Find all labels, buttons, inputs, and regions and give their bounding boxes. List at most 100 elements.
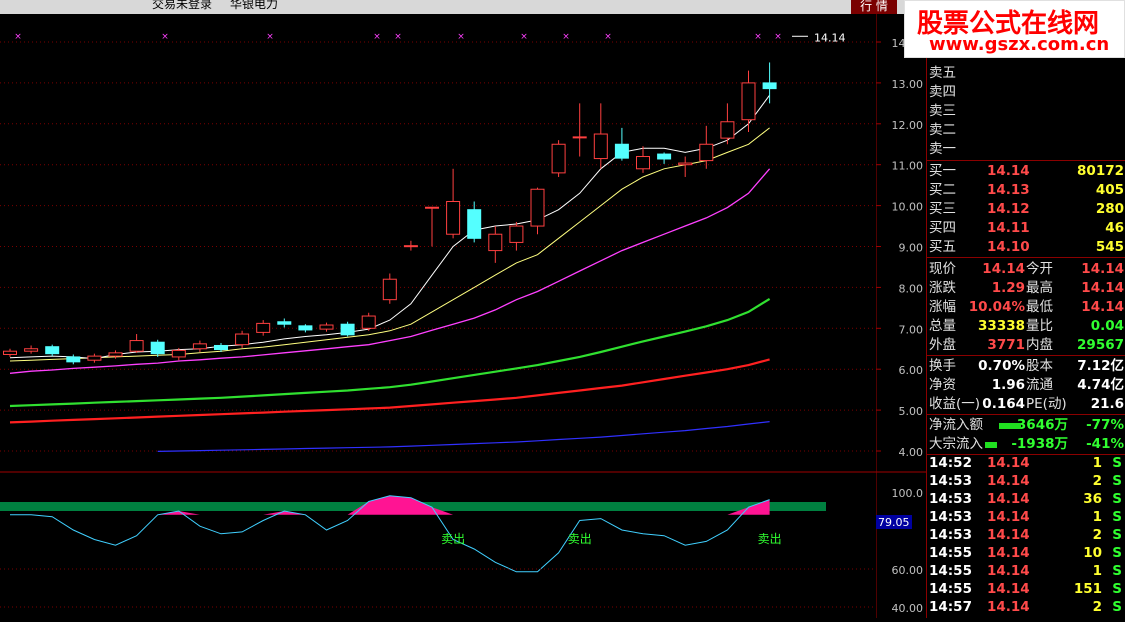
price-tick-label: 4.00 xyxy=(899,446,924,459)
signal-cross-icon: × xyxy=(161,32,169,42)
stat-label: 最低 xyxy=(1026,299,1053,315)
tick-row: 14:55 14.14 1 S xyxy=(927,562,1125,581)
buy-level-price: 14.10 xyxy=(987,239,1030,255)
candle-body xyxy=(235,333,250,346)
buy-level-volume: 80172 xyxy=(1077,163,1124,179)
price-tick-label: 11.00 xyxy=(892,160,924,173)
tick-side: S xyxy=(1112,563,1122,579)
candle-body xyxy=(340,323,355,336)
tick-row: 14:55 14.14 151 S xyxy=(927,580,1125,599)
flow-label: 净流入额 xyxy=(929,417,983,433)
ma10-line xyxy=(9,127,770,362)
sell-level-row: 卖三 xyxy=(927,102,1125,121)
sell-signal-label: 卖出 xyxy=(758,532,782,546)
signal-cross-icon: × xyxy=(754,32,762,42)
candle-body xyxy=(762,82,777,90)
site-watermark-logo: 股票公式在线网 www.gszx.com.cn xyxy=(904,0,1125,58)
tick-side: S xyxy=(1112,473,1122,489)
indicator-tick-label: 100.0 xyxy=(892,487,924,500)
candle-body xyxy=(403,245,418,248)
panel-divider xyxy=(927,355,1125,356)
candle-body xyxy=(150,341,165,355)
tab-quotes[interactable]: 行 情 xyxy=(851,0,897,14)
candle-body xyxy=(382,278,397,301)
tick-time: 14:52 xyxy=(929,455,972,471)
buy-level-label: 买二 xyxy=(929,182,956,198)
candle-body xyxy=(108,352,123,357)
indicator-value-tag: 79.05 xyxy=(878,516,910,529)
tick-time: 14:55 xyxy=(929,563,972,579)
stat-label: 外盘 xyxy=(929,337,956,353)
kline-chart[interactable]: × × × × × × × × × × × 14.14 卖出 卖出 卖出 xyxy=(0,14,876,618)
flow-value: -1938万 xyxy=(1011,436,1068,452)
flow-percent: -41% xyxy=(1086,436,1124,452)
sell-level-row: 卖一 xyxy=(927,140,1125,159)
tick-side: S xyxy=(1112,581,1122,597)
stat-row: 总量 33338 量比 0.04 xyxy=(927,317,1125,336)
stat-label: 最高 xyxy=(1026,280,1053,296)
indicator-tick-label: 60.00 xyxy=(892,564,924,577)
sell-level-label: 卖一 xyxy=(929,141,956,157)
sell-level-label: 卖五 xyxy=(929,65,956,81)
candle-body xyxy=(45,346,60,355)
buy-level-label: 买四 xyxy=(929,220,956,236)
sell-level-row: 卖五 xyxy=(927,64,1125,83)
candle-body xyxy=(636,156,650,170)
tick-price: 14.14 xyxy=(987,581,1030,597)
price-tick-label: 12.00 xyxy=(892,119,924,132)
finance-row: 收益(一) 0.164 PE(动) 21.6 xyxy=(927,395,1125,414)
tick-time: 14:53 xyxy=(929,527,972,543)
buy-level-volume: 46 xyxy=(1105,220,1124,236)
buy-level-volume: 405 xyxy=(1095,182,1124,198)
stat-row: 涨幅 10.04% 最低 14.14 xyxy=(927,298,1125,317)
finance-label: PE(动) xyxy=(1026,396,1067,412)
tick-time: 14:57 xyxy=(929,599,972,615)
signal-cross-icon: × xyxy=(14,32,22,42)
finance-value: 21.6 xyxy=(1090,396,1124,412)
tick-price: 14.14 xyxy=(987,563,1030,579)
candle-body xyxy=(129,340,144,352)
candle-body xyxy=(699,143,714,162)
finance-value: 1.96 xyxy=(991,377,1025,393)
flow-bar xyxy=(999,423,1021,429)
ma5-line xyxy=(9,94,771,360)
tick-volume: 1 xyxy=(1092,509,1102,525)
tick-volume: 1 xyxy=(1092,455,1102,471)
sell-level-label: 卖四 xyxy=(929,84,956,100)
tick-time: 14:55 xyxy=(929,545,972,561)
flow-row: 净流入额 -3646万 -77% xyxy=(927,416,1125,435)
price-tick-label: 7.00 xyxy=(899,323,924,336)
flow-percent: -77% xyxy=(1086,417,1124,433)
flow-bar xyxy=(985,442,997,448)
last-price-label: 14.14 xyxy=(814,31,846,44)
tick-row: 14:53 14.14 1 S xyxy=(927,508,1125,527)
signal-cross-icon: × xyxy=(394,32,402,42)
stat-label: 今开 xyxy=(1026,261,1053,277)
sell-level-label: 卖二 xyxy=(929,122,956,138)
candle-body xyxy=(593,133,608,160)
candle-body xyxy=(24,348,39,352)
finance-value: 0.164 xyxy=(982,396,1025,412)
candle-body xyxy=(509,225,524,243)
stat-value: 14.14 xyxy=(1081,280,1124,296)
price-tick-label: 6.00 xyxy=(899,364,924,377)
tick-volume: 1 xyxy=(1092,563,1102,579)
candle-body xyxy=(741,82,756,121)
login-status: 交易未登录 xyxy=(152,0,213,11)
candle-body xyxy=(87,355,102,361)
candle-body xyxy=(530,188,545,227)
buy-level-volume: 545 xyxy=(1095,239,1124,255)
tick-side: S xyxy=(1112,545,1122,561)
buy-level-row: 买四 14.11 46 xyxy=(927,219,1125,238)
sell-signal-label: 卖出 xyxy=(441,532,465,546)
buy-level-price: 14.12 xyxy=(987,201,1030,217)
flow-row: 大宗流入 -1938万 -41% xyxy=(927,435,1125,454)
signal-cross-icon: × xyxy=(457,32,465,42)
buy-level-price: 14.13 xyxy=(987,182,1030,198)
candle-body xyxy=(657,153,672,160)
tick-volume: 10 xyxy=(1083,545,1102,561)
stat-value: 14.14 xyxy=(982,261,1025,277)
panel-divider xyxy=(927,160,1125,161)
buy-level-price: 14.14 xyxy=(987,163,1030,179)
tick-price: 14.14 xyxy=(987,455,1030,471)
